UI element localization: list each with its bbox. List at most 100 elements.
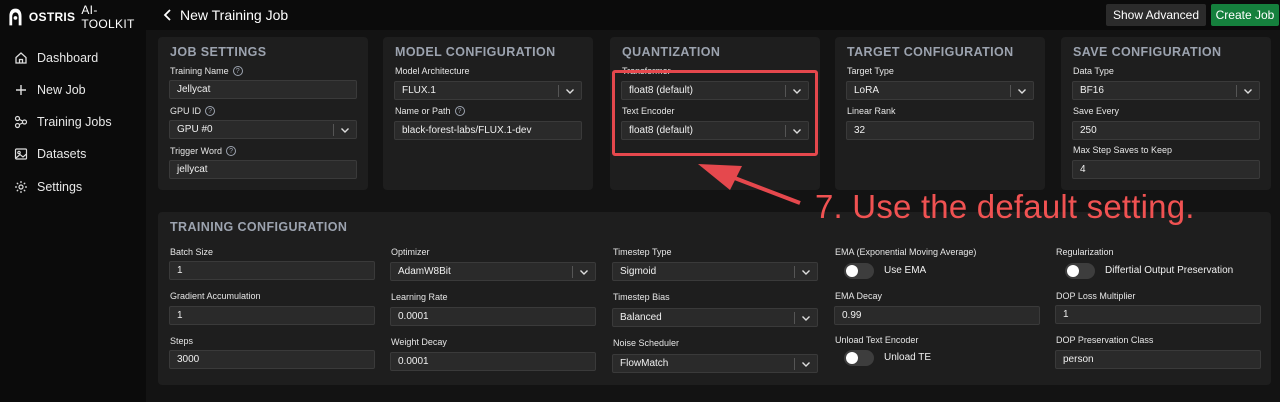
optimizer-value: AdamW8Bit	[398, 266, 451, 277]
weight-decay-label: Weight Decay	[391, 337, 447, 347]
save-every-input[interactable]: 250	[1072, 121, 1260, 140]
noise-scheduler-value: FlowMatch	[620, 358, 669, 369]
save-every-label: Save Every	[1073, 106, 1120, 116]
help-icon[interactable]: ?	[232, 66, 243, 76]
dop-toggle-label: Differtial Output Preservation	[1105, 265, 1234, 276]
training-name-label: Training Name?	[170, 66, 243, 76]
chevron-down-icon	[1018, 89, 1026, 94]
regularization-label: Regularization	[1056, 247, 1114, 257]
batch-size-input[interactable]: 1	[169, 261, 375, 280]
max-step-saves-input[interactable]: 4	[1072, 160, 1260, 179]
timestep-type-value: Sigmoid	[620, 266, 657, 277]
steps-input[interactable]: 3000	[169, 350, 375, 369]
timestep-bias-value: Balanced	[620, 312, 662, 323]
chevron-down-icon	[566, 89, 574, 94]
linear-rank-input[interactable]: 32	[846, 121, 1034, 140]
target-configuration-panel: TARGET CONFIGURATION Target Type LoRA Li…	[835, 37, 1045, 190]
gpu-id-select[interactable]: GPU #0	[169, 120, 357, 139]
dop-multiplier-input[interactable]: 1	[1055, 305, 1261, 324]
timestep-type-select[interactable]: Sigmoid	[612, 262, 818, 281]
trigger-word-label: Trigger Word?	[170, 146, 237, 156]
sidebar-item-label: Dashboard	[37, 51, 99, 65]
weight-decay-input[interactable]: 0.0001	[390, 352, 596, 371]
gpu-id-label: GPU ID?	[170, 106, 216, 116]
show-advanced-button[interactable]: Show Advanced	[1106, 4, 1206, 26]
data-type-label: Data Type	[1073, 66, 1114, 76]
image-icon	[14, 148, 28, 160]
help-icon[interactable]: ?	[226, 146, 237, 156]
model-architecture-label: Model Architecture	[395, 66, 470, 76]
panel-title: TRAINING CONFIGURATION	[170, 220, 348, 234]
job-settings-panel: JOB SETTINGS Training Name? Jellycat GPU…	[158, 37, 368, 190]
training-configuration-panel: TRAINING CONFIGURATION Batch Size 1 Grad…	[158, 212, 1271, 385]
chevron-down-icon	[1244, 89, 1252, 94]
optimizer-select[interactable]: AdamW8Bit	[390, 262, 596, 281]
learning-rate-label: Learning Rate	[391, 292, 448, 302]
save-configuration-panel: SAVE CONFIGURATION Data Type BF16 Save E…	[1061, 37, 1271, 190]
chevron-down-icon	[802, 270, 810, 275]
sidebar: OSTRIS AI-TOOLKIT Dashboard New Job Trai…	[0, 0, 146, 402]
ema-decay-label: EMA Decay	[835, 291, 883, 301]
chevron-down-icon	[580, 270, 588, 275]
model-architecture-select[interactable]: FLUX.1	[394, 81, 582, 100]
use-ema-label: Use EMA	[884, 265, 927, 276]
timestep-bias-label: Timestep Bias	[613, 292, 670, 302]
target-type-label: Target Type	[847, 66, 894, 76]
steps-label: Steps	[170, 336, 194, 346]
ostris-logo-icon	[9, 8, 22, 26]
unload-te-toggle[interactable]	[844, 350, 874, 366]
data-type-value: BF16	[1080, 85, 1104, 96]
sidebar-item-settings[interactable]: Settings	[14, 177, 82, 197]
panel-title: JOB SETTINGS	[170, 45, 267, 59]
gradient-accumulation-input[interactable]: 1	[169, 306, 375, 325]
sidebar-item-dashboard[interactable]: Dashboard	[14, 48, 98, 68]
sidebar-item-training-jobs[interactable]: Training Jobs	[14, 112, 112, 132]
timestep-bias-select[interactable]: Balanced	[612, 308, 818, 327]
page-title: New Training Job	[180, 7, 289, 23]
panel-title: SAVE CONFIGURATION	[1073, 45, 1222, 59]
timestep-type-label: Timestep Type	[613, 247, 672, 257]
batch-size-label: Batch Size	[170, 247, 214, 257]
sidebar-item-datasets[interactable]: Datasets	[14, 144, 86, 164]
dop-multiplier-label: DOP Loss Multiplier	[1056, 291, 1136, 301]
dop-class-input[interactable]: person	[1055, 350, 1261, 369]
noise-scheduler-select[interactable]: FlowMatch	[612, 354, 818, 373]
brand-logo[interactable]: OSTRIS AI-TOOLKIT	[8, 3, 146, 31]
back-button[interactable]	[160, 6, 176, 24]
model-architecture-value: FLUX.1	[402, 85, 436, 96]
use-ema-toggle[interactable]	[844, 263, 874, 279]
panel-title: TARGET CONFIGURATION	[847, 45, 1014, 59]
help-icon[interactable]: ?	[205, 106, 216, 116]
brand-name: OSTRIS	[28, 10, 76, 24]
nodes-icon	[14, 115, 28, 129]
target-type-value: LoRA	[854, 85, 880, 96]
dop-class-label: DOP Preservation Class	[1056, 335, 1154, 345]
brand-subtitle: AI-TOOLKIT	[81, 3, 135, 31]
learning-rate-input[interactable]: 0.0001	[390, 307, 596, 326]
annotation-text: 7. Use the default setting.	[815, 188, 1195, 225]
target-type-select[interactable]: LoRA	[846, 81, 1034, 100]
gradient-accumulation-label: Gradient Accumulation	[170, 291, 261, 301]
highlight-box	[612, 70, 818, 156]
chevron-down-icon	[802, 362, 810, 367]
plus-icon	[16, 85, 26, 95]
data-type-select[interactable]: BF16	[1072, 81, 1260, 100]
gpu-id-value: GPU #0	[177, 124, 213, 135]
app-window: OSTRIS AI-TOOLKIT Dashboard New Job Trai…	[0, 0, 1280, 402]
sidebar-item-new-job[interactable]: New Job	[14, 80, 86, 100]
create-job-button[interactable]: Create Job	[1211, 4, 1279, 26]
name-path-input[interactable]: black-forest-labs/FLUX.1-dev	[394, 121, 582, 140]
chevron-left-icon	[163, 9, 171, 21]
name-path-label: Name or Path?	[395, 106, 465, 116]
training-name-input[interactable]: Jellycat	[169, 80, 357, 99]
panel-title: QUANTIZATION	[622, 45, 721, 59]
panel-title: MODEL CONFIGURATION	[395, 45, 556, 59]
ema-decay-input[interactable]: 0.99	[834, 306, 1040, 325]
dop-toggle[interactable]	[1065, 263, 1095, 279]
noise-scheduler-label: Noise Scheduler	[613, 338, 680, 348]
linear-rank-label: Linear Rank	[847, 106, 896, 116]
help-icon[interactable]: ?	[454, 106, 465, 116]
trigger-word-input[interactable]: jellycat	[169, 160, 357, 179]
sidebar-item-label: Settings	[37, 180, 83, 194]
ema-label: EMA (Exponential Moving Average)	[835, 247, 977, 257]
